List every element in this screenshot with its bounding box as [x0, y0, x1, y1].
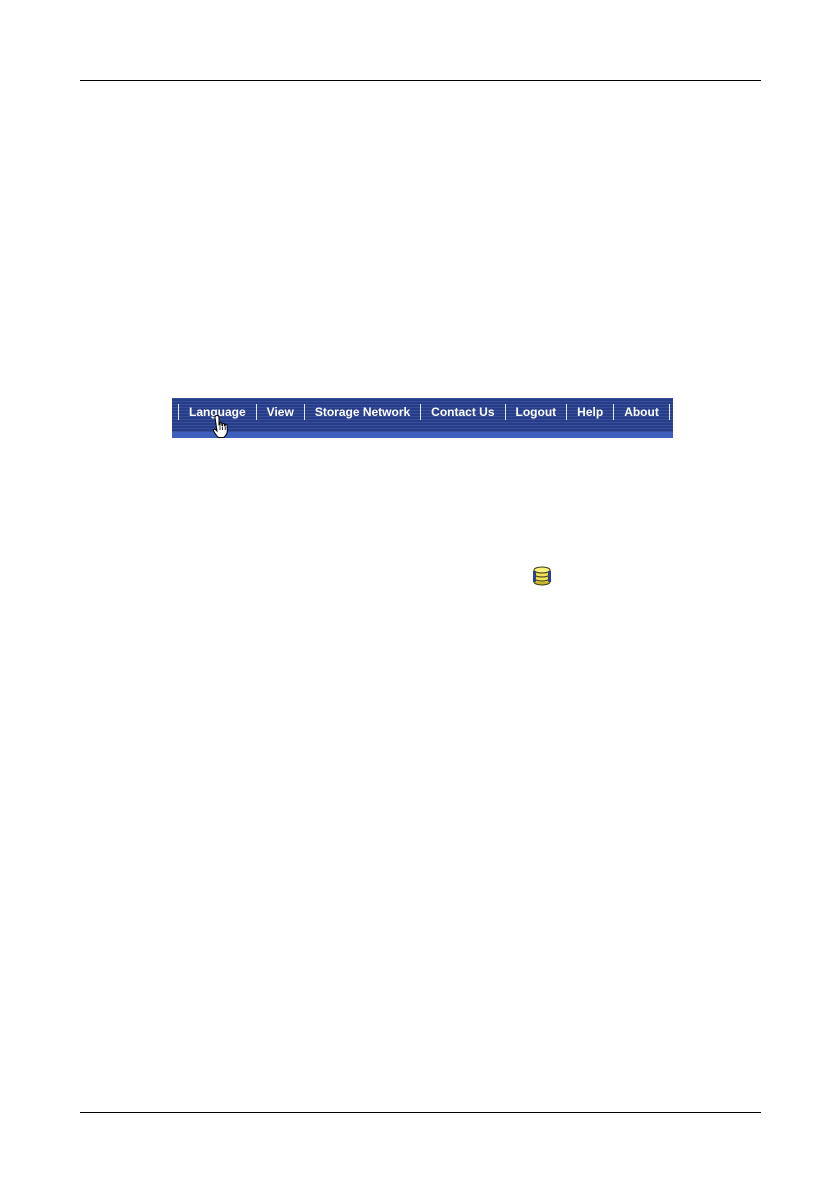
- top-menu-bar: Language View Storage Network Contact Us…: [172, 398, 673, 438]
- hand-pointer-icon: [212, 414, 228, 438]
- menu-item-contact-us[interactable]: Contact Us: [421, 404, 504, 420]
- database-stack-icon: [533, 566, 551, 586]
- menu-item-view[interactable]: View: [257, 404, 304, 420]
- menu-item-storage-network[interactable]: Storage Network: [305, 404, 420, 420]
- menu-separator: [668, 404, 670, 420]
- header-rule: [80, 80, 761, 81]
- menu-item-about[interactable]: About: [614, 404, 669, 420]
- footer-rule: [80, 1112, 761, 1113]
- menu-item-help[interactable]: Help: [567, 404, 613, 420]
- menu-row: Language View Storage Network Contact Us…: [172, 404, 670, 420]
- menu-item-logout[interactable]: Logout: [506, 404, 567, 420]
